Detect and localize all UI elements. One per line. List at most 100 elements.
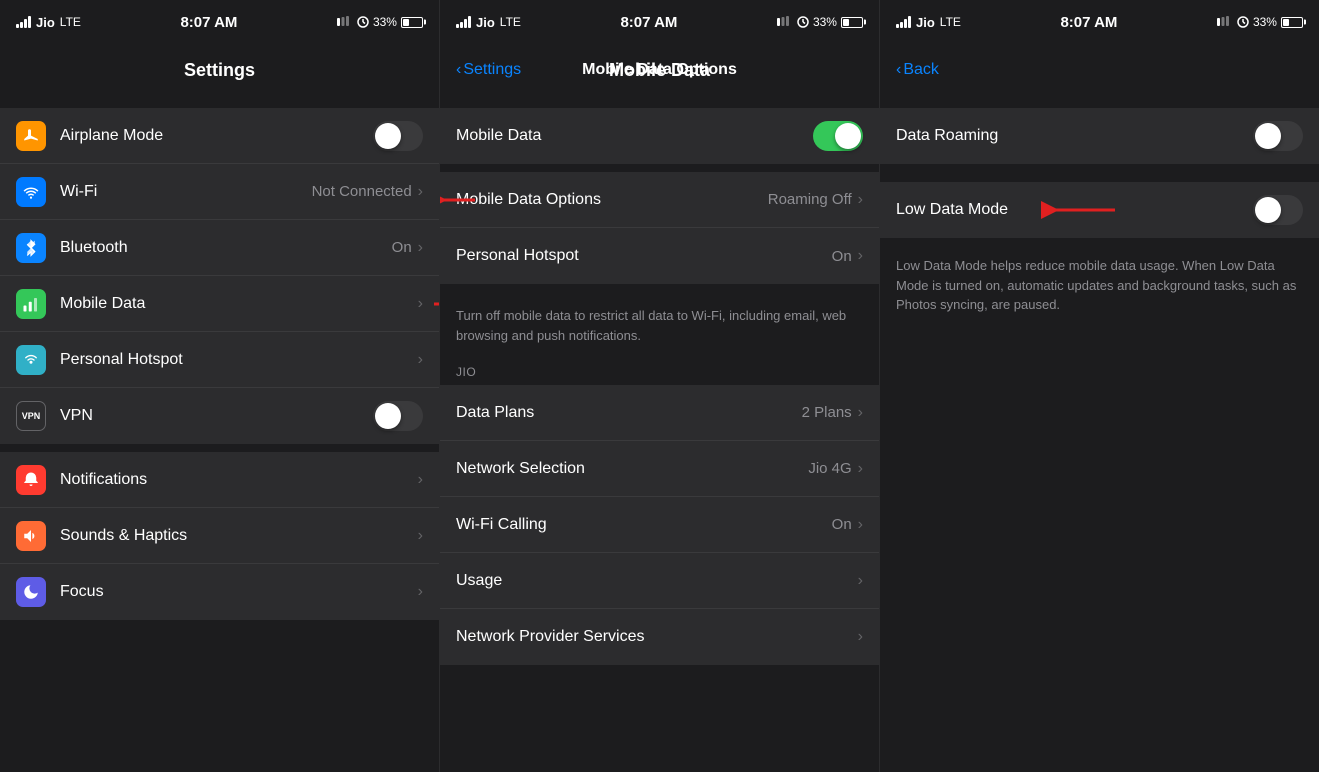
battery-icon-mid <box>841 17 863 28</box>
data-roaming-row[interactable]: Data Roaming <box>880 108 1319 164</box>
battery-pct-mid: 33% <box>813 15 837 29</box>
vpn-thumb <box>375 403 401 429</box>
mobile-data-chevron: › <box>418 295 423 313</box>
focus-row[interactable]: Focus › <box>0 564 439 620</box>
status-right-left: 33% <box>337 15 423 29</box>
personal-hotspot-mid-row[interactable]: Personal Hotspot On › <box>440 228 879 284</box>
right-settings-list: Data Roaming Low Data Mode Low Da <box>880 96 1319 772</box>
mobile-data-row[interactable]: Mobile Data › <box>0 276 439 332</box>
data-roaming-label: Data Roaming <box>896 127 1253 145</box>
wifi-calling-row[interactable]: Wi-Fi Calling On › <box>440 497 879 553</box>
back-to-mobile-data[interactable]: ‹ Back <box>896 61 1303 79</box>
wifi-row[interactable]: Wi-Fi Not Connected › <box>0 164 439 220</box>
wifi-icon-bg <box>16 177 46 207</box>
mobile-data-toggle-row[interactable]: Mobile Data <box>440 108 879 164</box>
time-right: 8:07 AM <box>1060 14 1117 31</box>
network-selection-value: Jio 4G <box>808 460 851 477</box>
sounds-icon-bg <box>16 521 46 551</box>
jio-section-label: JIO <box>440 359 879 385</box>
personal-hotspot-row[interactable]: Personal Hotspot › <box>0 332 439 388</box>
sounds-chevron: › <box>418 527 423 545</box>
data-plans-row[interactable]: Data Plans 2 Plans › <box>440 385 879 441</box>
signal-bars <box>16 16 31 28</box>
personal-hotspot-mid-chevron: › <box>858 247 863 265</box>
middle-settings-list: Mobile Data Mobile Data Options Roaming … <box>440 96 879 772</box>
mobile-data-label: Mobile Data <box>60 295 418 313</box>
alarm-icon-mid <box>797 16 809 28</box>
wifi-icon <box>22 183 40 201</box>
vpn-toggle[interactable] <box>373 401 423 431</box>
left-header: Settings <box>0 44 439 96</box>
status-bar-right: Jio LTE 8:07 AM 33% <box>880 0 1319 44</box>
right-nav: ‹ Back <box>896 61 1303 79</box>
vpn-row[interactable]: VPN VPN <box>0 388 439 444</box>
speaker-icon <box>22 527 40 545</box>
wifi-label: Wi-Fi <box>60 183 312 201</box>
airplane-icon <box>22 127 40 145</box>
network-selection-chevron: › <box>858 460 863 478</box>
battery-pct-left: 33% <box>373 15 397 29</box>
status-left: Jio LTE <box>16 15 81 30</box>
mobile-options-group: Mobile Data Options Roaming Off › Person… <box>440 172 879 284</box>
status-right-mid: 33% <box>777 15 863 29</box>
left-panel: Jio LTE 8:07 AM 33% Settings Airplane Mo… <box>0 0 440 772</box>
data-plans-chevron: › <box>858 404 863 422</box>
bluetooth-icon <box>22 239 40 257</box>
signal-bar-3 <box>24 19 27 28</box>
data-roaming-toggle[interactable] <box>1253 121 1303 151</box>
airplane-mode-row[interactable]: Airplane Mode <box>0 108 439 164</box>
time-left: 8:07 AM <box>180 14 237 31</box>
bluetooth-icon-bg <box>16 233 46 263</box>
airplane-mode-toggle[interactable] <box>373 121 423 151</box>
mobile-data-icon-bg <box>16 289 46 319</box>
battery-pct-right: 33% <box>1253 15 1277 29</box>
usage-label: Usage <box>456 572 858 590</box>
mobile-data-options-row[interactable]: Mobile Data Options Roaming Off › <box>440 172 879 228</box>
airplane-icon-bg <box>16 121 46 151</box>
back-chevron-right: ‹ <box>896 61 901 79</box>
moon-icon <box>22 583 40 601</box>
hotspot-icon <box>22 351 40 369</box>
time-mid: 8:07 AM <box>620 14 677 31</box>
personal-hotspot-chevron: › <box>418 351 423 369</box>
bell-icon <box>22 471 40 489</box>
carrier-left: Jio <box>36 15 55 30</box>
back-label-right: Back <box>903 61 939 79</box>
low-data-mode-thumb <box>1255 197 1281 223</box>
low-data-mode-toggle[interactable] <box>1253 195 1303 225</box>
roaming-group: Data Roaming <box>880 108 1319 164</box>
battery-icon-right <box>1281 17 1303 28</box>
left-title: Settings <box>184 60 255 81</box>
signal-bar-4 <box>28 16 31 28</box>
data-plans-value: 2 Plans <box>802 404 852 421</box>
middle-panel: Jio LTE 8:07 AM 33% ‹ Settings Mobile Da… <box>440 0 880 772</box>
wifi-calling-value: On <box>832 516 852 533</box>
status-right-right: 33% <box>1217 15 1303 29</box>
network-selection-label: Network Selection <box>456 460 808 478</box>
sounds-haptics-row[interactable]: Sounds & Haptics › <box>0 508 439 564</box>
right-header-row: ‹ Back Mobile Data Options <box>896 61 1303 79</box>
wifi-value: Not Connected <box>312 183 412 200</box>
signal-bars-mid <box>456 16 471 28</box>
network-selection-row[interactable]: Network Selection Jio 4G › <box>440 441 879 497</box>
bluetooth-chevron: › <box>418 239 423 257</box>
low-data-mode-label: Low Data Mode <box>896 201 1253 219</box>
vpn-icon-bg: VPN <box>16 401 46 431</box>
right-panel: Jio LTE 8:07 AM 33% ‹ Back Mobile Data O… <box>880 0 1319 772</box>
focus-label: Focus <box>60 583 418 601</box>
network-provider-row[interactable]: Network Provider Services › <box>440 609 879 665</box>
signal-bar-2 <box>20 22 23 28</box>
status-bar-left: Jio LTE 8:07 AM 33% <box>0 0 439 44</box>
bluetooth-row[interactable]: Bluetooth On › <box>0 220 439 276</box>
vpn-label: VPN <box>60 407 373 425</box>
low-data-mode-row[interactable]: Low Data Mode <box>880 182 1319 238</box>
mobile-data-toggle-switch[interactable] <box>813 121 863 151</box>
antenna-icon <box>22 295 40 313</box>
back-label-mid: Settings <box>463 61 521 79</box>
network-right: LTE <box>940 15 961 29</box>
usage-chevron: › <box>858 572 863 590</box>
notifications-row[interactable]: Notifications › <box>0 452 439 508</box>
network-left: LTE <box>60 15 81 29</box>
low-data-group: Low Data Mode <box>880 182 1319 238</box>
usage-row[interactable]: Usage › <box>440 553 879 609</box>
